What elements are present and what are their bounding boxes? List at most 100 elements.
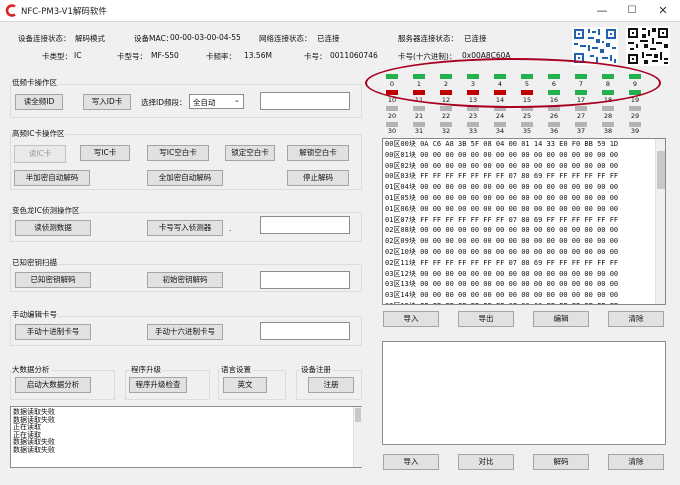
sector-led-22 <box>440 106 452 111</box>
device-mac-value: 00-00-03-00-04-55 <box>170 33 241 42</box>
qr-code-black-icon <box>626 26 670 66</box>
app-logo-icon <box>5 4 16 17</box>
hex-row[interactable]: 01区06块 00 00 00 00 00 00 00 00 00 00 00 … <box>383 204 665 215</box>
hex-row[interactable]: 02区08块 00 00 00 00 00 00 00 00 00 00 00 … <box>383 225 665 236</box>
highlight-circle <box>365 58 661 108</box>
log-scroll-thumb[interactable] <box>355 408 361 422</box>
write-id-button[interactable]: 写入ID卡 <box>83 94 131 110</box>
write-blank-ic-button[interactable]: 写IC空白卡 <box>147 145 209 161</box>
device-conn-value: 解码模式 <box>75 34 105 43</box>
init-key-decode-button[interactable]: 初始密钥解码 <box>147 272 223 288</box>
net-conn-label: 网络连接状态： <box>259 34 312 43</box>
sector-label-25: 25 <box>522 112 532 120</box>
close-button[interactable]: ✕ <box>648 2 678 20</box>
hex-row[interactable]: 03区12块 00 00 00 00 00 00 00 00 00 00 00 … <box>383 269 665 280</box>
minimize-button[interactable]: — <box>587 2 617 20</box>
sector-label-39: 39 <box>630 127 640 135</box>
compare-button[interactable]: 对比 <box>458 454 514 470</box>
card-type-label: 卡类型： <box>42 52 72 61</box>
device-conn-label: 设备连接状态： <box>18 34 71 43</box>
english-button[interactable]: 英文 <box>223 377 267 393</box>
high-freq-title: 高频IC卡操作区 <box>11 128 66 139</box>
half-encrypt-decode-button[interactable]: 半加密自动解码 <box>14 170 90 186</box>
bigdata-title: 大数据分析 <box>11 364 51 375</box>
known-key-decode-button[interactable]: 已知密钥解码 <box>15 272 91 288</box>
sector-led-29 <box>629 106 641 111</box>
hex-row[interactable]: 03区13块 00 00 00 00 00 00 00 00 00 00 00 … <box>383 279 665 290</box>
upgrade-title: 程序升级 <box>130 364 162 375</box>
bottom-clear-button[interactable]: 清除 <box>608 454 664 470</box>
hex-data-grid[interactable]: 00区00块 0A C6 A8 3B 5F 08 04 00 01 14 33 … <box>382 138 666 305</box>
id-band-label: 选择ID频段： <box>141 98 187 107</box>
hex-row[interactable]: 01区04块 00 00 00 00 00 00 00 00 00 00 00 … <box>383 182 665 193</box>
id-band-select[interactable]: 全自动 ⌄ <box>189 94 244 109</box>
sector-label-33: 33 <box>468 127 478 135</box>
hex-row[interactable]: 01区07块 FF FF FF FF FF FF FF 07 80 69 FF … <box>383 215 665 226</box>
card-model-value: MF-S50 <box>151 51 179 60</box>
hex-export-button[interactable]: 导出 <box>458 311 514 327</box>
id-band-select-value: 全自动 <box>193 98 216 107</box>
sector-label-38: 38 <box>603 127 613 135</box>
full-encrypt-decode-button[interactable]: 全加密自动解码 <box>147 170 223 186</box>
compare-text-area[interactable] <box>382 341 666 445</box>
hex-import-button[interactable]: 导入 <box>383 311 439 327</box>
hex-row[interactable]: 00区02块 00 00 00 00 00 00 00 00 00 00 00 … <box>383 161 665 172</box>
write-card-to-detector-button[interactable]: 卡号写入侦测器 <box>147 220 223 236</box>
hex-row[interactable]: 03区15块 FF FF FF FF FF FF FF 07 80 69 FF … <box>383 301 665 304</box>
sector-label-36: 36 <box>549 127 559 135</box>
log-area[interactable]: 数据读取失败 数据读取失败 正在读取 正在读取 数据读取失败 数据读取失败 <box>10 406 362 468</box>
hex-row[interactable]: 02区09块 00 00 00 00 00 00 00 00 00 00 00 … <box>383 236 665 247</box>
low-freq-title: 低频卡操作区 <box>11 77 58 88</box>
sector-label-24: 24 <box>495 112 505 120</box>
read-detect-data-button[interactable]: 读侦测数据 <box>15 220 91 236</box>
read-ic-button[interactable]: 读IC卡 <box>14 145 66 163</box>
maximize-button[interactable]: ☐ <box>617 2 647 20</box>
log-scrollbar[interactable] <box>353 407 362 467</box>
net-conn-value: 已连接 <box>317 34 340 43</box>
hex-edit-button[interactable]: 编辑 <box>533 311 589 327</box>
hex-clear-button[interactable]: 清除 <box>608 311 664 327</box>
hex-row[interactable]: 00区03块 FF FF FF FF FF FF FF 07 80 69 FF … <box>383 171 665 182</box>
sector-label-30: 30 <box>387 127 397 135</box>
manual-hex-button[interactable]: 手动十六进制卡号 <box>147 324 223 340</box>
upgrade-check-button[interactable]: 程序升级检查 <box>129 377 187 393</box>
lock-blank-button[interactable]: 锁定空白卡 <box>225 145 275 161</box>
sector-led-21 <box>413 106 425 111</box>
unlock-blank-button[interactable]: 解锁空白卡 <box>287 145 349 161</box>
manual-decimal-button[interactable]: 手动十进制卡号 <box>15 324 91 340</box>
hex-row[interactable]: 03区14块 00 00 00 00 00 00 00 00 00 00 00 … <box>383 290 665 301</box>
log-line: 正在读取 <box>13 430 41 439</box>
hex-rows: 00区00块 0A C6 A8 3B 5F 08 04 00 01 14 33 … <box>383 139 665 304</box>
hex-row[interactable]: 00区01块 00 00 00 00 00 00 00 00 00 00 00 … <box>383 150 665 161</box>
log-line: 数据读取失败 <box>13 445 55 454</box>
chameleon-dot: . <box>229 224 232 233</box>
card-no-label: 卡号： <box>304 52 327 61</box>
log-lines: 数据读取失败 数据读取失败 正在读取 正在读取 数据读取失败 数据读取失败 <box>11 407 361 455</box>
manual-input[interactable] <box>260 322 350 340</box>
sector-label-32: 32 <box>441 127 451 135</box>
read-all-id-button[interactable]: 读全频ID <box>15 94 63 110</box>
hex-row[interactable]: 02区11块 FF FF FF FF FF FF FF 07 80 69 FF … <box>383 258 665 269</box>
sector-led-28 <box>602 106 614 111</box>
log-line: 正在读取 <box>13 423 41 432</box>
write-ic-button[interactable]: 写IC卡 <box>80 145 130 161</box>
start-bigdata-button[interactable]: 启动大数据分析 <box>15 377 91 393</box>
hex-row[interactable]: 00区00块 0A C6 A8 3B 5F 08 04 00 01 14 33 … <box>383 139 665 150</box>
qr-code-blue-icon <box>572 27 618 65</box>
card-freq-label: 卡频率： <box>206 52 236 61</box>
hex-row[interactable]: 02区10块 00 00 00 00 00 00 00 00 00 00 00 … <box>383 247 665 258</box>
low-freq-input[interactable] <box>260 92 350 110</box>
stop-decode-button[interactable]: 停止解码 <box>287 170 349 186</box>
known-key-input[interactable] <box>260 271 350 289</box>
chameleon-input[interactable] <box>260 216 350 234</box>
bottom-import-button[interactable]: 导入 <box>383 454 439 470</box>
hex-scroll-thumb[interactable] <box>657 151 665 189</box>
sector-label-21: 21 <box>414 112 424 120</box>
sector-label-31: 31 <box>414 127 424 135</box>
hex-row[interactable]: 01区05块 00 00 00 00 00 00 00 00 00 00 00 … <box>383 193 665 204</box>
server-conn-value: 已连接 <box>464 34 487 43</box>
register-button[interactable]: 注册 <box>308 377 354 393</box>
hex-scrollbar[interactable] <box>655 139 665 304</box>
decode-button[interactable]: 解码 <box>533 454 589 470</box>
card-type-value: IC <box>74 51 82 60</box>
